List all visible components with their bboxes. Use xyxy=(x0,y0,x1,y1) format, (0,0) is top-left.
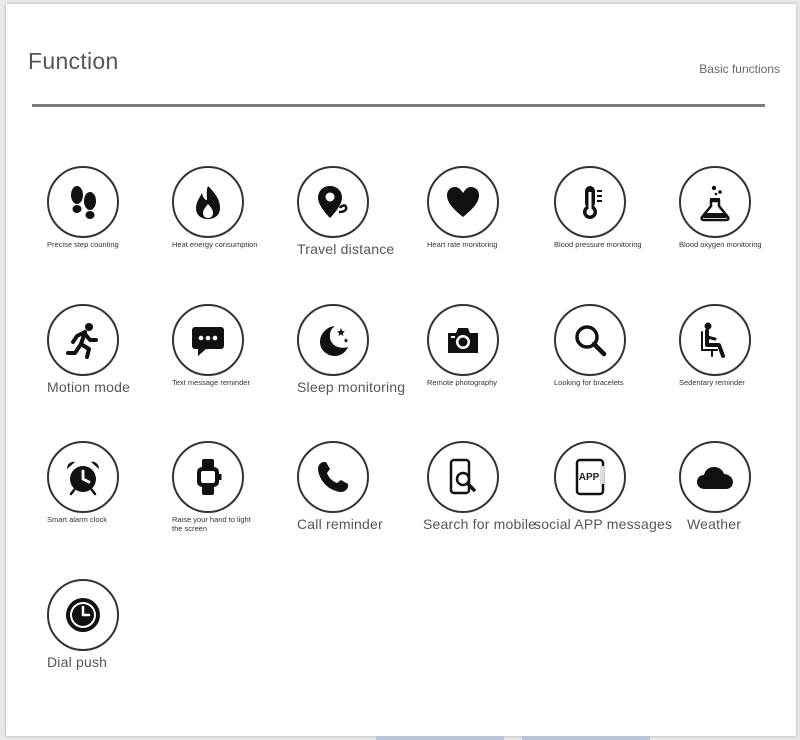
flame-icon xyxy=(196,186,220,219)
icon-circle xyxy=(427,441,499,513)
function-label: Heart rate monitoring xyxy=(427,240,498,249)
function-item: Precise step counting xyxy=(47,166,165,250)
bottom-tab-right xyxy=(522,736,650,740)
icon-circle xyxy=(679,166,751,238)
icon-circle xyxy=(47,304,119,376)
function-item: Heat energy consumption xyxy=(172,166,290,250)
function-item: Blood oxygen monitoring xyxy=(679,166,797,250)
watch-face-icon xyxy=(66,598,100,632)
function-label: Search for mobile xyxy=(423,516,537,532)
app-icon-text: APP xyxy=(579,472,600,483)
chat-bubble-icon xyxy=(192,327,224,356)
function-item: Heart rate monitoring xyxy=(427,166,545,250)
camera-icon xyxy=(448,328,478,353)
function-item: Looking for bracelets xyxy=(554,304,672,388)
icon-circle xyxy=(679,441,751,513)
icon-circle xyxy=(297,166,369,238)
running-person-icon xyxy=(66,323,98,359)
function-item: APP social APP messages xyxy=(534,441,672,532)
icon-circle xyxy=(297,304,369,376)
function-label: Text message reminder xyxy=(172,378,250,387)
alarm-clock-icon xyxy=(67,461,99,496)
flask-icon xyxy=(700,185,730,222)
icon-circle xyxy=(172,166,244,238)
function-label: Blood oxygen monitoring xyxy=(679,240,762,249)
icon-circle xyxy=(47,579,119,651)
icon-circle xyxy=(427,166,499,238)
function-label: Smart alarm clock xyxy=(47,515,108,524)
function-item: Smart alarm clock xyxy=(47,441,165,525)
function-label: Sedentary reminder xyxy=(679,378,745,387)
function-item: Sedentary reminder xyxy=(679,304,797,388)
icon-circle xyxy=(172,304,244,376)
function-item: Dial push xyxy=(47,579,165,670)
icon-circle xyxy=(172,441,244,513)
phone-icon xyxy=(318,462,348,492)
function-label: Dial push xyxy=(47,654,108,670)
function-item: Blood pressure monitoring xyxy=(554,166,672,250)
function-item: Remote photography xyxy=(427,304,545,388)
icon-circle: APP xyxy=(554,441,626,513)
icon-circle xyxy=(427,304,499,376)
function-item: Sleep monitoring xyxy=(297,304,415,395)
icon-circle xyxy=(297,441,369,513)
function-label: Weather xyxy=(687,516,742,532)
function-item: Motion mode xyxy=(47,304,165,395)
magnifier-icon xyxy=(575,325,607,357)
function-label: Blood pressure monitoring xyxy=(554,240,642,249)
icon-circle xyxy=(47,441,119,513)
seated-person-icon xyxy=(701,322,725,358)
cloud-icon xyxy=(697,467,733,489)
function-label: Travel distance xyxy=(297,241,395,257)
app-phone-icon: APP xyxy=(575,458,605,496)
function-item: Raise your hand to light the screen xyxy=(172,441,290,533)
document-page: Function Basic functions Precise step co… xyxy=(6,4,796,736)
heart-icon xyxy=(447,187,479,217)
function-label: Raise your hand to light the screen xyxy=(172,515,251,533)
function-label: Motion mode xyxy=(47,379,131,395)
function-item: Text message reminder xyxy=(172,304,290,388)
function-item: Search for mobile xyxy=(423,441,545,532)
bottom-tab-left xyxy=(376,736,504,740)
function-label: Heat energy consumption xyxy=(172,240,258,249)
function-label: Call reminder xyxy=(297,516,383,532)
divider xyxy=(32,104,765,107)
function-item: Call reminder xyxy=(297,441,415,532)
function-item: Weather xyxy=(679,441,797,532)
section-subtitle: Basic functions xyxy=(699,62,780,76)
thermometer-icon xyxy=(583,186,602,219)
function-item: Travel distance xyxy=(297,166,415,257)
function-label: Remote photography xyxy=(427,378,498,387)
location-pin-icon xyxy=(318,186,348,218)
smartwatch-icon xyxy=(197,459,222,495)
icon-circle xyxy=(679,304,751,376)
function-label: Sleep monitoring xyxy=(297,379,406,395)
function-label: Looking for bracelets xyxy=(554,378,624,387)
phone-search-icon xyxy=(449,458,476,495)
moon-stars-icon xyxy=(320,326,349,356)
page-title: Function xyxy=(28,48,119,74)
icon-circle xyxy=(47,166,119,238)
footprints-icon xyxy=(71,186,96,219)
function-label: social APP messages xyxy=(534,516,673,532)
icon-circle xyxy=(554,304,626,376)
function-label: Precise step counting xyxy=(47,240,119,249)
icon-circle xyxy=(554,166,626,238)
